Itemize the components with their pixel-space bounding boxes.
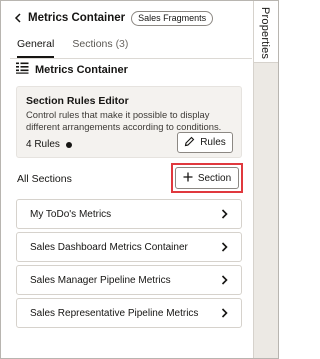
plus-icon — [183, 172, 193, 185]
section-row-label: Sales Representative Pipeline Metrics — [30, 307, 199, 319]
panel-header: Metrics Container Sales Fragments — [14, 10, 214, 26]
component-title: Metrics Container — [16, 61, 128, 79]
section-row[interactable]: Sales Dashboard Metrics Container — [16, 232, 242, 262]
component-title-text: Metrics Container — [35, 64, 128, 76]
section-rules-card: Section Rules Editor Control rules that … — [16, 86, 242, 158]
properties-tab-label: Properties — [259, 7, 271, 60]
chevron-left-icon[interactable] — [14, 11, 24, 25]
section-row-label: My ToDo's Metrics — [30, 208, 112, 220]
properties-tab[interactable]: Properties — [254, 1, 278, 63]
chevron-right-icon — [221, 241, 229, 253]
edit-rules-button[interactable]: Rules — [177, 132, 233, 153]
rules-count-label: 4 Rules — [26, 139, 60, 150]
add-section-label: Section — [197, 172, 232, 184]
side-rail: Properties — [253, 1, 278, 358]
add-section-button[interactable]: Section — [175, 167, 239, 189]
tab-bar: General Sections (3) — [17, 38, 146, 58]
edit-rules-label: Rules — [200, 137, 226, 148]
tab-general-label: General — [17, 38, 55, 50]
section-row-label: Sales Manager Pipeline Metrics — [30, 274, 171, 286]
metrics-container-icon — [16, 61, 29, 79]
all-sections-label: All Sections — [17, 173, 72, 185]
tab-divider — [10, 58, 252, 59]
fragment-chip: Sales Fragments — [131, 10, 214, 26]
section-row[interactable]: Sales Manager Pipeline Metrics — [16, 265, 242, 295]
rules-editor-title: Section Rules Editor — [26, 95, 129, 107]
tab-sections-count: (3) — [115, 38, 129, 50]
chevron-right-icon — [221, 307, 229, 319]
status-dot — [65, 141, 72, 148]
tab-general[interactable]: General — [17, 38, 55, 58]
tab-sections[interactable]: Sections (3) — [72, 38, 128, 58]
chevron-right-icon — [221, 274, 229, 286]
tab-sections-label: Sections — [72, 38, 113, 50]
chevron-right-icon — [221, 208, 229, 220]
rules-count: 4 Rules — [26, 139, 72, 150]
section-row[interactable]: My ToDo's Metrics — [16, 199, 242, 229]
section-row[interactable]: Sales Representative Pipeline Metrics — [16, 298, 242, 328]
section-row-label: Sales Dashboard Metrics Container — [30, 241, 188, 253]
page-title: Metrics Container — [28, 12, 126, 24]
pencil-icon — [184, 136, 195, 150]
rules-editor-description: Control rules that make it possible to d… — [26, 109, 222, 132]
